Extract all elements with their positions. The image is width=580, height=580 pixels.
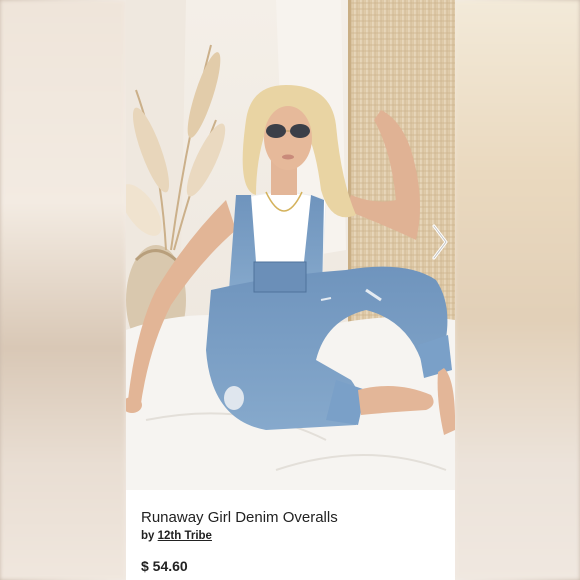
product-price: $ 54.60 (141, 558, 188, 574)
chevron-right-icon[interactable] (428, 222, 452, 262)
byline-prefix: by (141, 530, 155, 542)
product-photo[interactable] (126, 0, 455, 490)
backdrop-left (0, 0, 126, 580)
product-info: Runaway Girl Denim Overalls by 12th Trib… (126, 490, 455, 580)
product-card: Runaway Girl Denim Overalls by 12th Trib… (126, 0, 455, 580)
brand-link[interactable]: 12th Tribe (158, 530, 212, 542)
product-photo-image (126, 0, 455, 490)
product-byline: by 12th Tribe (141, 530, 212, 542)
backdrop-right (454, 0, 580, 580)
product-title[interactable]: Runaway Girl Denim Overalls (141, 509, 338, 526)
